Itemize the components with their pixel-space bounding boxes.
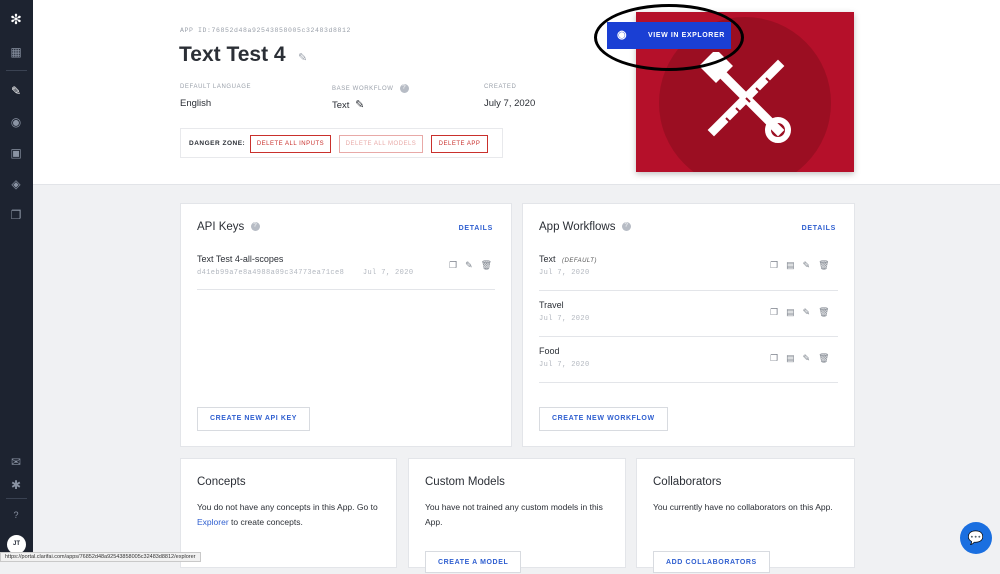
default-language-label: DEFAULT LANGUAGE xyxy=(180,84,252,90)
delete-workflow-icon[interactable]: 🗑 xyxy=(818,353,837,363)
workflow-actions: ❐▤✎🗑 xyxy=(770,260,838,271)
api-key-name: Text Test 4-all-scopes xyxy=(197,254,284,264)
app-header xyxy=(33,0,1000,185)
duplicate-workflow-icon[interactable]: ❐ xyxy=(770,260,786,270)
api-key-value: d41eb99a7e8a4988a09c34773ea71ce8 Jul 7, … xyxy=(197,269,413,277)
status-bar-url: https://portal.clarifai.com/apps/76852d4… xyxy=(0,552,201,562)
base-workflow-value: Text ✎ xyxy=(332,98,364,111)
base-workflow-text: Text xyxy=(332,100,350,111)
custom-models-title: Custom Models xyxy=(425,476,505,488)
add-collaborators-button[interactable]: ADD COLLABORATORS xyxy=(653,551,770,573)
collaborators-title: Collaborators xyxy=(653,476,722,488)
workflow-date: Jul 7, 2020 xyxy=(539,361,590,369)
delete-key-icon[interactable]: 🗑 xyxy=(481,260,500,270)
workflow-date: Jul 7, 2020 xyxy=(539,315,590,323)
edit-workflow-icon[interactable]: ✎ xyxy=(803,353,819,363)
copy-key-icon[interactable]: ❐ xyxy=(449,260,465,270)
sidebar: ✻ ▦ ✎ ◉ ▣ ◈ ❐ ✉ ✱ ? JT xyxy=(0,0,33,562)
api-key-actions: ❐✎🗑 xyxy=(449,260,500,271)
workflow-name[interactable]: Food xyxy=(539,346,560,356)
copy-workflow-icon[interactable]: ▤ xyxy=(786,260,803,270)
api-keys-title: API Keys ? xyxy=(197,221,260,233)
delete-all-inputs-button[interactable]: DELETE ALL INPUTS xyxy=(250,135,331,153)
bug-icon[interactable]: ✱ xyxy=(9,478,23,492)
created-value: July 7, 2020 xyxy=(484,98,536,109)
created-label: CREATED xyxy=(484,84,517,90)
copy-workflow-icon[interactable]: ▤ xyxy=(786,353,803,363)
row-divider xyxy=(539,382,838,383)
eye-icon[interactable]: ◉ xyxy=(9,115,23,129)
api-keys-title-text: API Keys xyxy=(197,221,245,233)
collaborators-card: Collaborators You currently have no coll… xyxy=(636,458,855,573)
edit-workflow-icon[interactable]: ✎ xyxy=(803,260,819,270)
collaborators-text: You currently have no collaborators on t… xyxy=(653,502,833,512)
edit-workflow-icon[interactable]: ✎ xyxy=(355,99,364,111)
tag-icon[interactable]: ◈ xyxy=(9,177,23,191)
row-divider xyxy=(539,336,838,337)
create-workflow-button[interactable]: CREATE NEW WORKFLOW xyxy=(539,407,668,431)
danger-zone-label: DANGER ZONE: xyxy=(189,140,246,147)
workflows-title-text: App Workflows xyxy=(539,221,616,233)
danger-zone: DANGER ZONE: DELETE ALL INPUTS DELETE AL… xyxy=(180,128,503,158)
edit-key-icon[interactable]: ✎ xyxy=(465,260,481,270)
custom-models-text: You have not trained any custom models i… xyxy=(425,502,603,527)
workflow-actions: ❐▤✎🗑 xyxy=(770,353,838,364)
apps-icon[interactable]: ▣ xyxy=(9,146,23,160)
workflow-row[interactable]: Text (DEFAULT) xyxy=(539,254,597,264)
delete-workflow-icon[interactable]: 🗑 xyxy=(818,260,837,270)
explorer-link[interactable]: Explorer xyxy=(197,517,229,527)
annotation-circle xyxy=(594,4,744,71)
duplicate-workflow-icon[interactable]: ❐ xyxy=(770,307,786,317)
concepts-title: Concepts xyxy=(197,476,246,488)
logo-icon[interactable]: ✻ xyxy=(9,12,23,26)
create-model-button[interactable]: CREATE A MODEL xyxy=(425,551,522,573)
base-workflow-help-icon[interactable]: ? xyxy=(399,84,409,93)
megaphone-icon[interactable]: ✉ xyxy=(9,455,23,469)
chat-bubble-icon[interactable]: 💬 xyxy=(960,522,992,554)
sidebar-divider xyxy=(6,70,27,71)
grid-icon[interactable]: ▦ xyxy=(9,45,23,59)
sidebar-divider xyxy=(6,498,27,499)
workflow-name: Text xyxy=(539,254,556,264)
api-keys-help-icon[interactable]: ? xyxy=(250,222,260,232)
base-workflow-label-text: BASE WORKFLOW xyxy=(332,86,394,93)
create-api-key-button[interactable]: CREATE NEW API KEY xyxy=(197,407,311,431)
copy-workflow-icon[interactable]: ▤ xyxy=(786,307,803,317)
api-keys-card: API Keys ? DETAILS Text Test 4-all-scope… xyxy=(180,203,512,447)
app-workflows-card: App Workflows ? DETAILS Text (DEFAULT) J… xyxy=(522,203,855,447)
workflows-help-icon[interactable]: ? xyxy=(621,222,631,232)
workflow-default-tag: (DEFAULT) xyxy=(562,258,597,264)
custom-models-card: Custom Models You have not trained any c… xyxy=(408,458,626,573)
help-icon[interactable]: ? xyxy=(9,508,23,522)
concepts-card: Concepts You do not have any concepts in… xyxy=(180,458,397,568)
concepts-text: You do not have any concepts in this App… xyxy=(197,500,382,530)
api-keys-details-link[interactable]: DETAILS xyxy=(459,225,493,232)
row-divider xyxy=(197,289,495,290)
edit-icon[interactable]: ✎ xyxy=(9,84,23,98)
delete-workflow-icon[interactable]: 🗑 xyxy=(818,307,837,317)
copy-icon[interactable]: ❐ xyxy=(9,208,23,222)
tools-icon xyxy=(699,52,791,143)
workflow-actions: ❐▤✎🗑 xyxy=(770,307,838,318)
row-divider xyxy=(539,290,838,291)
delete-all-models-button[interactable]: DELETE ALL MODELS xyxy=(339,135,423,153)
default-language-value: English xyxy=(180,98,212,109)
app-id: APP ID:76852d48a92543858005c32483d8812 xyxy=(180,27,352,34)
delete-app-button[interactable]: DELETE APP xyxy=(431,135,488,153)
api-key-date: Jul 7, 2020 xyxy=(362,269,414,277)
edit-workflow-icon[interactable]: ✎ xyxy=(803,307,819,317)
page-title: Text Test 4 xyxy=(179,43,286,66)
workflows-details-link[interactable]: DETAILS xyxy=(802,225,836,232)
edit-title-icon[interactable]: ✎ xyxy=(298,51,307,64)
workflow-name[interactable]: Travel xyxy=(539,300,564,310)
concepts-text-after: to create concepts. xyxy=(228,517,303,527)
base-workflow-label: BASE WORKFLOW ? xyxy=(332,84,409,93)
duplicate-workflow-icon[interactable]: ❐ xyxy=(770,353,786,363)
api-key-string: d41eb99a7e8a4988a09c34773ea71ce8 xyxy=(197,269,345,277)
workflows-title: App Workflows ? xyxy=(539,221,631,233)
concepts-text-before: You do not have any concepts in this App… xyxy=(197,502,378,512)
workflow-date: Jul 7, 2020 xyxy=(539,269,590,277)
